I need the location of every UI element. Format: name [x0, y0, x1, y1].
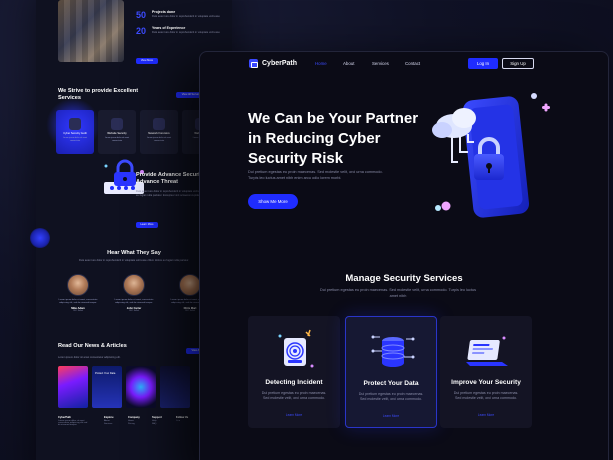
footer-column-head: Explore — [104, 416, 114, 419]
footer-column: Company Home Pricing — [128, 416, 140, 425]
news-heading: Read Our News & Articles — [58, 343, 127, 349]
section-desc: Dui pretium egestas eu proin maecenas. S… — [320, 288, 476, 298]
nav-services[interactable]: Services — [372, 61, 389, 66]
nav-about[interactable]: About — [343, 61, 354, 66]
testimonials-desc: Duis aute irure dolor in reprehenderit i… — [78, 259, 189, 262]
signup-button[interactable]: Sign Up — [502, 58, 534, 69]
service-card[interactable]: Network Forensics Lorem ipsum dolor sit … — [140, 110, 178, 154]
audit-icon — [69, 118, 81, 130]
footer-column-head: Follow Us — [176, 416, 189, 419]
service-card-improve[interactable]: Improve Your Security Dui pretium egesta… — [440, 316, 532, 428]
stat-number: 20 — [136, 26, 147, 36]
hero-desc: Dui pretium egestas eu proin maecenas. S… — [248, 170, 383, 180]
service-desc: Lorem ipsum dolor sit amet consectetur — [104, 137, 130, 142]
phone-lock-illustration — [432, 93, 550, 218]
service-card-protect[interactable]: Protect Your Data Dui pretium egestas eu… — [345, 316, 437, 428]
card-title: Protect Your Data — [363, 380, 419, 387]
front-page-preview: CyberPath Home About Services Contact Lo… — [199, 51, 609, 460]
news-desc: Lorem ipsum dolor sit amet consectetur a… — [58, 356, 121, 359]
website-icon — [111, 118, 123, 130]
stat-title: Years of Experience — [152, 26, 186, 30]
news-card[interactable] — [58, 366, 88, 408]
logo[interactable]: CyberPath — [249, 59, 297, 68]
footer-link[interactable]: Home — [128, 420, 140, 422]
learn-more-button[interactable]: Learn More — [136, 222, 158, 228]
hero-title: We Can be Your Partner in Reducing Cyber… — [248, 110, 419, 167]
testimonial-role: CEO Sellek — [128, 309, 140, 312]
footer-link[interactable]: FAQ — [152, 423, 162, 425]
service-label: Cyber Security Audit — [63, 132, 87, 135]
stat-title: Projects done — [152, 10, 176, 14]
team-photo — [58, 0, 124, 62]
footer-column-head: Support — [152, 416, 162, 419]
service-desc: Lorem ipsum dolor sit amet consectetur — [62, 137, 88, 142]
avatar — [179, 274, 201, 296]
top-nav: CyberPath Home About Services Contact Lo… — [200, 52, 608, 76]
show-me-more-button[interactable]: Show Me More — [248, 194, 298, 209]
service-card-detecting[interactable]: Detecting Incident Dui pretium egestas e… — [248, 316, 340, 428]
testimonial-quote: Lorem ipsum dolor sit amet, consectetur … — [58, 299, 98, 304]
footer-brand-name: CyberPath — [58, 416, 71, 419]
footer-column: Support Help FAQ — [152, 416, 162, 425]
view-more-button[interactable]: View More — [136, 58, 158, 64]
footer-link[interactable]: Help — [152, 420, 162, 422]
stat-desc: Duis aute irure dolor in reprehenderit i… — [152, 31, 220, 34]
stat-number: 50 — [136, 10, 147, 20]
service-card[interactable]: Website Security Lorem ipsum dolor sit a… — [98, 110, 136, 154]
social-icons[interactable]: f t in — [176, 420, 188, 422]
testimonial-role: CEO Sellek — [72, 309, 84, 312]
news-card[interactable] — [126, 366, 156, 408]
card-link[interactable]: Learn More — [440, 413, 532, 417]
news-card[interactable] — [160, 366, 190, 408]
card-desc: Dui pretium egestas eu proin maecenas. S… — [261, 391, 327, 401]
stat-desc: Duis aute irure dolor in reprehenderit i… — [152, 15, 220, 18]
card-link[interactable]: Learn More — [346, 414, 436, 418]
card-desc: Dui pretium egestas eu proin maecenas. S… — [358, 392, 424, 402]
footer-link[interactable]: Pricing — [128, 423, 140, 425]
service-label: Network Forensics — [148, 132, 170, 135]
testimonial-quote: Lorem ipsum dolor sit amet, consectetur … — [114, 299, 154, 304]
footer-column-head: Company — [128, 416, 140, 419]
network-icon — [153, 118, 165, 130]
card-title: Detecting Incident — [265, 379, 323, 386]
fingerprint-scan-icon — [278, 329, 314, 368]
card-title: Improve Your Security — [451, 379, 521, 386]
service-card[interactable]: Cyber Security Audit Lorem ipsum dolor s… — [56, 110, 94, 154]
login-button[interactable]: Log In — [468, 58, 498, 69]
footer-brand-desc: Lorem ipsum dolor sit amet consectetur a… — [58, 420, 88, 426]
logo-text: CyberPath — [262, 60, 298, 67]
testimonial: Lorem ipsum dolor sit amet, consectetur … — [114, 274, 154, 312]
logo-icon — [249, 59, 258, 68]
footer-brand: CyberPath Lorem ipsum dolor sit amet con… — [58, 416, 90, 426]
footer-link[interactable]: Services — [104, 423, 114, 425]
footer-link[interactable]: About — [104, 420, 114, 422]
news-title: Protect Your Data — [95, 372, 116, 375]
avatar — [123, 274, 145, 296]
footer-column: Follow Us f t in — [176, 416, 188, 422]
section-title: Manage Security Services — [345, 273, 463, 284]
nav-home[interactable]: Home — [315, 61, 327, 66]
nav-contact[interactable]: Contact — [405, 61, 420, 66]
card-link[interactable]: Learn More — [248, 413, 340, 417]
service-desc: Lorem ipsum dolor sit amet consectetur — [146, 137, 172, 142]
card-desc: Dui pretium egestas eu proin maecenas. S… — [453, 391, 519, 401]
database-icon — [371, 335, 415, 367]
testimonial: Lorem ipsum dolor sit amet, consectetur … — [58, 274, 98, 312]
laptop-icon — [466, 336, 508, 366]
decor-orb — [30, 228, 50, 248]
news-card[interactable]: Protect Your Data — [92, 366, 122, 408]
service-label: Website Security — [107, 132, 127, 135]
avatar — [67, 274, 89, 296]
footer-column: Explore About Services — [104, 416, 114, 425]
